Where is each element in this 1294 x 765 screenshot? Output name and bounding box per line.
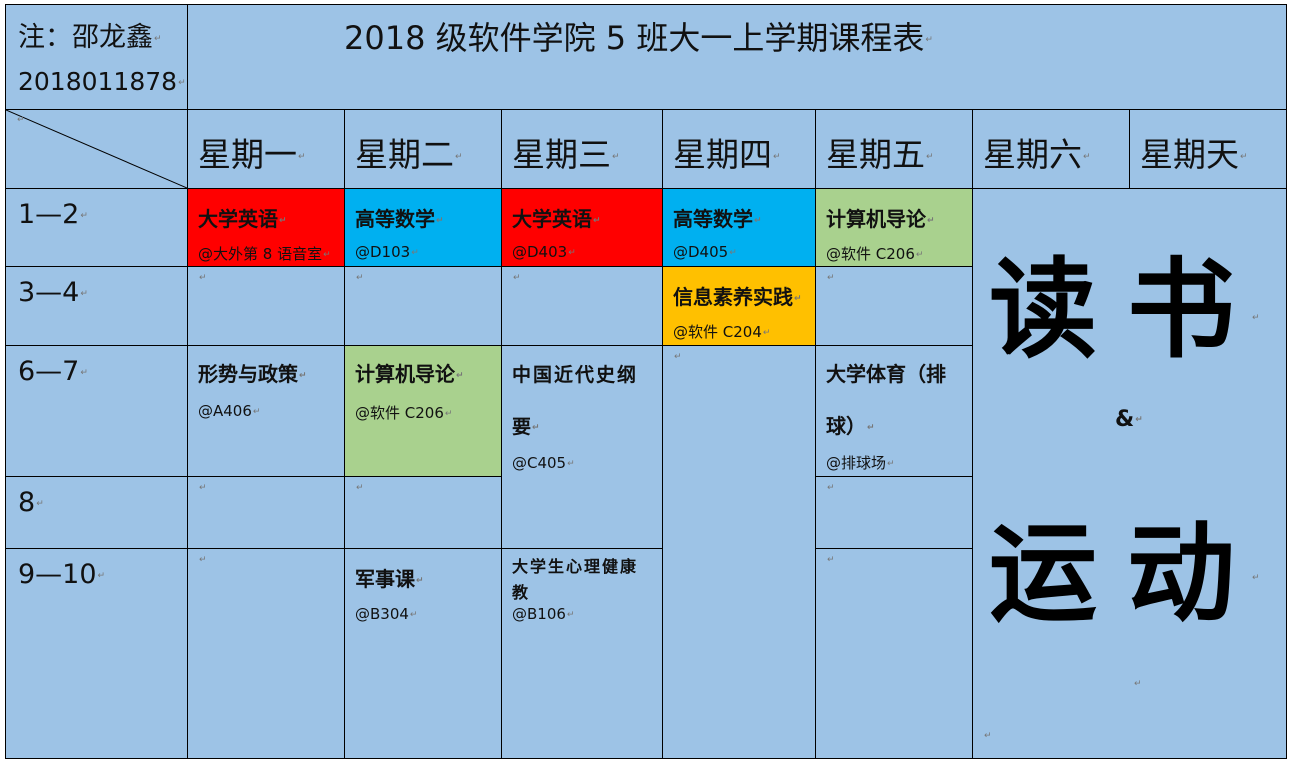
title-cell: 2018 级软件学院 5 班大一上学期课程表↵	[188, 5, 1286, 109]
note-name: 注：邵龙鑫	[18, 22, 153, 53]
period-1-2: 1—2↵	[6, 189, 187, 266]
empty-fri-8: ↵	[816, 477, 972, 548]
note-cell: 注：邵龙鑫↵ 2018011878↵	[6, 5, 187, 109]
empty-tue-8: ↵	[345, 477, 501, 548]
course-fri-1-2: 计算机导论↵ @软件 C206↵	[816, 189, 972, 266]
corner-cell: ↵	[6, 110, 187, 188]
course-tue-6-7: 计算机导论↵ @软件 C206↵	[345, 346, 501, 476]
day-header-thu: 星期四↵	[663, 110, 815, 188]
day-header-tue: 星期二↵	[345, 110, 501, 188]
course-mon-1-2: 大学英语↵ @大外第 8 语音室↵	[188, 189, 344, 266]
empty-fri-3-4: ↵	[816, 267, 972, 345]
course-wed-9-10: 大学生心理健康 教 @B106↵	[502, 549, 662, 758]
empty-tue-3-4: ↵	[345, 267, 501, 345]
weekend-amp: &	[1115, 407, 1135, 432]
period-8: 8↵	[6, 477, 187, 548]
empty-wed-3-4: ↵	[502, 267, 662, 345]
period-9-10: 9—10↵	[6, 549, 187, 758]
empty-mon-9-10: ↵	[188, 549, 344, 758]
day-header-mon: 星期一↵	[188, 110, 344, 188]
weekend-cell: 读书 ↵ &↵ 运动 ↵ ↵ ↵	[973, 189, 1286, 758]
weekend-line2: 运动	[989, 511, 1266, 637]
diagonal-line	[6, 110, 187, 188]
day-header-sat: 星期六↵	[973, 110, 1129, 188]
empty-thu-6-10: ↵	[663, 346, 815, 758]
empty-mon-8: ↵	[188, 477, 344, 548]
period-6-7: 6—7↵	[6, 346, 187, 476]
day-header-fri: 星期五↵	[816, 110, 972, 188]
course-thu-1-2: 高等数学↵ @D405↵	[663, 189, 815, 266]
day-header-wed: 星期三↵	[502, 110, 662, 188]
day-header-sun: 星期天↵	[1130, 110, 1286, 188]
empty-fri-9-10: ↵	[816, 549, 972, 758]
page-title: 2018 级软件学院 5 班大一上学期课程表	[344, 19, 925, 57]
course-fri-6-7: 大学体育（排 球）↵ @排球场↵	[816, 346, 972, 476]
course-wed-6-10: 中国近代史纲 要↵ @C405↵	[502, 346, 662, 548]
weekend-line1: 读书	[989, 247, 1266, 373]
empty-mon-3-4: ↵	[188, 267, 344, 345]
course-thu-3-4: 信息素养实践↵ @软件 C204↵	[663, 267, 815, 345]
course-wed-1-2: 大学英语↵ @D403↵	[502, 189, 662, 266]
period-3-4: 3—4↵	[6, 267, 187, 345]
course-tue-9-10: 军事课↵ @B304↵	[345, 549, 501, 758]
course-mon-6-7: 形势与政策↵ @A406↵	[188, 346, 344, 476]
student-id: 2018011878	[18, 67, 178, 96]
course-tue-1-2: 高等数学↵ @D103↵	[345, 189, 501, 266]
